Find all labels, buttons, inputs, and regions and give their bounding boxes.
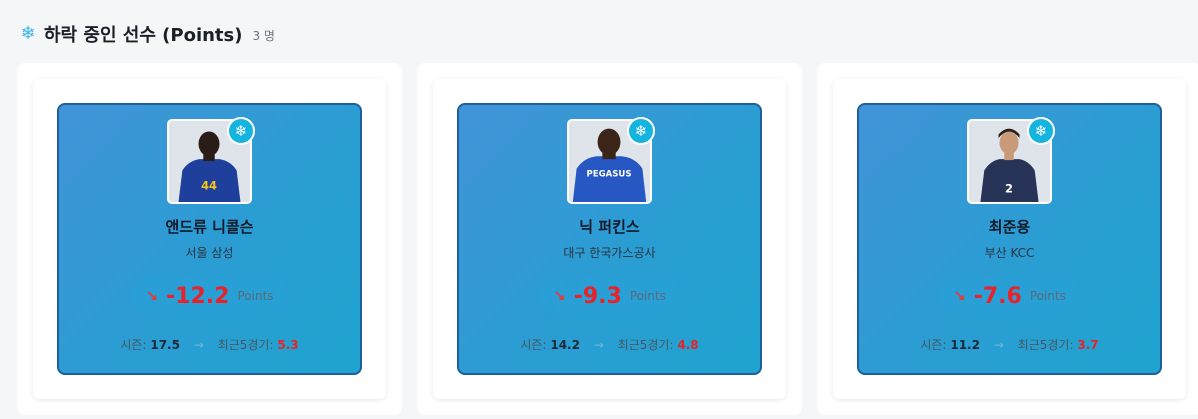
- player-column: PEGASUS ❄ 닉 퍼킨스 대구 한국가스공사 ↘ -9.3 Points …: [417, 63, 802, 415]
- player-card-container: PEGASUS ❄ 닉 퍼킨스 대구 한국가스공사 ↘ -9.3 Points …: [433, 79, 786, 399]
- recent-value: 4.8: [677, 338, 699, 352]
- points-delta-value: -9.3: [573, 283, 622, 309]
- points-delta-value: -12.2: [166, 283, 230, 309]
- player-team: 부산 KCC: [984, 246, 1035, 260]
- arrow-right-icon: →: [193, 338, 204, 352]
- player-card[interactable]: PEGASUS ❄ 닉 퍼킨스 대구 한국가스공사 ↘ -9.3 Points …: [457, 103, 762, 375]
- snowflake-icon: ❄: [20, 23, 36, 44]
- points-delta-value: -7.6: [973, 283, 1022, 309]
- player-card[interactable]: 2 ❄ 최준용 부산 KCC ↘ -7.6 Points 시즌: 11.2 → …: [857, 103, 1162, 375]
- snowflake-badge-icon: ❄: [627, 117, 655, 145]
- season-label: 시즌:: [920, 338, 947, 352]
- player-team: 서울 삼성: [185, 246, 234, 260]
- section-header: ❄ 하락 중인 선수 (Points) 3 명: [18, 22, 275, 47]
- recent-value: 5.3: [277, 338, 299, 352]
- section-title: 하락 중인 선수 (Points): [44, 25, 243, 46]
- trend-down-icon: ↘: [953, 287, 966, 305]
- recent-label: 최근5경기:: [617, 338, 674, 352]
- season-value: 17.5: [150, 338, 180, 352]
- points-unit: Points: [1029, 289, 1066, 303]
- svg-text:44: 44: [201, 179, 217, 193]
- player-card-container: 2 ❄ 최준용 부산 KCC ↘ -7.6 Points 시즌: 11.2 → …: [833, 79, 1186, 399]
- points-delta-pill: ↘ -9.3 Points: [537, 277, 682, 315]
- player-card[interactable]: 44 ❄ 앤드류 니콜슨 서울 삼성 ↘ -12.2 Points 시즌: 17…: [57, 103, 362, 375]
- points-delta-pill: ↘ -12.2 Points: [129, 277, 290, 315]
- season-label: 시즌:: [120, 338, 147, 352]
- trend-down-icon: ↘: [145, 287, 159, 305]
- player-name: 앤드류 니콜슨: [165, 218, 254, 236]
- stats-line: 시즌: 17.5 → 최근5경기: 5.3: [59, 336, 360, 353]
- arrow-right-icon: →: [593, 338, 604, 352]
- points-unit: Points: [237, 289, 274, 303]
- snowflake-badge-icon: ❄: [227, 117, 255, 145]
- player-name: 최준용: [988, 218, 1031, 236]
- stats-line: 시즌: 14.2 → 최근5경기: 4.8: [459, 336, 760, 353]
- player-card-container: 44 ❄ 앤드류 니콜슨 서울 삼성 ↘ -12.2 Points 시즌: 17…: [33, 79, 386, 399]
- trend-down-icon: ↘: [553, 287, 566, 305]
- recent-value: 3.7: [1077, 338, 1099, 352]
- player-count: 3 명: [252, 28, 275, 43]
- player-name: 닉 퍼킨스: [579, 218, 640, 236]
- player-column: 2 ❄ 최준용 부산 KCC ↘ -7.6 Points 시즌: 11.2 → …: [817, 63, 1198, 415]
- stats-line: 시즌: 11.2 → 최근5경기: 3.7: [859, 336, 1160, 353]
- points-delta-pill: ↘ -7.6 Points: [937, 277, 1082, 315]
- arrow-right-icon: →: [993, 338, 1004, 352]
- recent-label: 최근5경기:: [1017, 338, 1074, 352]
- player-team: 대구 한국가스공사: [563, 246, 656, 260]
- player-column: 44 ❄ 앤드류 니콜슨 서울 삼성 ↘ -12.2 Points 시즌: 17…: [17, 63, 402, 415]
- season-label: 시즌:: [520, 338, 547, 352]
- points-unit: Points: [629, 289, 666, 303]
- svg-text:PEGASUS: PEGASUS: [586, 169, 631, 179]
- season-value: 11.2: [950, 338, 980, 352]
- recent-label: 최근5경기:: [217, 338, 274, 352]
- snowflake-badge-icon: ❄: [1027, 117, 1055, 145]
- svg-text:2: 2: [1005, 181, 1013, 195]
- season-value: 14.2: [550, 338, 580, 352]
